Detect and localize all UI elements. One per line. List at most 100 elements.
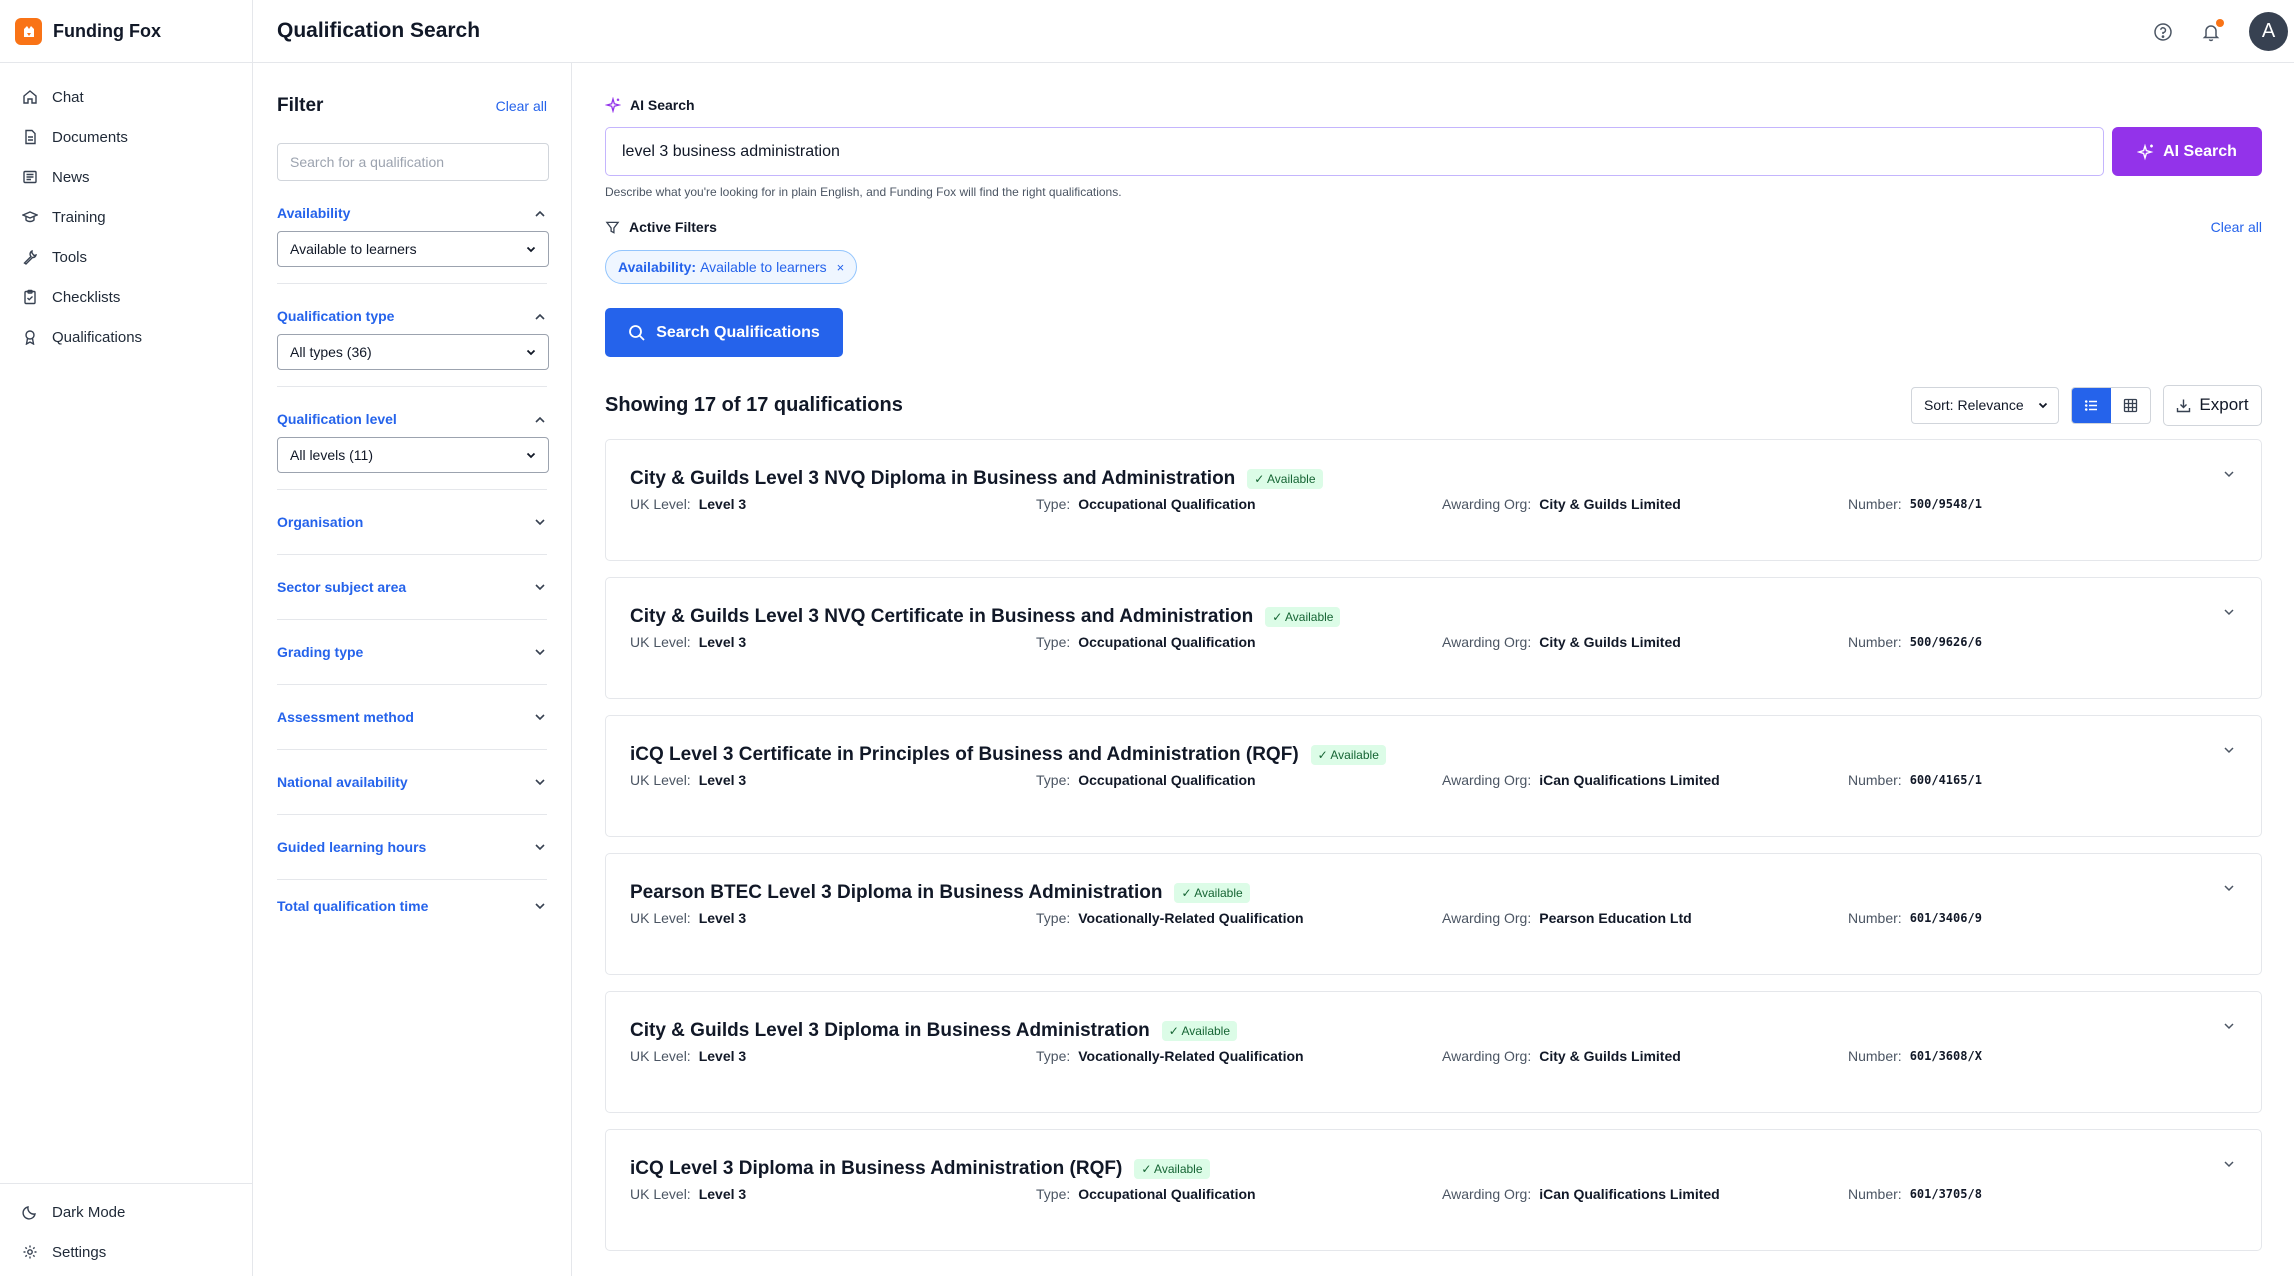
- chevron-down-icon: [526, 246, 536, 253]
- active-filters-clear-all[interactable]: Clear all: [2211, 219, 2262, 235]
- availability-badge: ✓ Available: [1174, 883, 1250, 903]
- filter-section-header[interactable]: Qualification level: [277, 387, 547, 437]
- help-button[interactable]: [2153, 22, 2173, 42]
- graduation-cap-icon: [22, 211, 38, 223]
- brand[interactable]: Funding Fox: [0, 0, 252, 63]
- notifications-button[interactable]: [2201, 18, 2224, 42]
- nav-item-label: Tools: [52, 248, 88, 266]
- chevron-down-icon[interactable]: [2221, 742, 2237, 758]
- qualification-card[interactable]: City & Guilds Level 3 Diploma in Busines…: [605, 991, 2262, 1113]
- qualification-search-input[interactable]: [277, 143, 549, 181]
- qualification-number-value: 601/3608/X: [1909, 1049, 1982, 1063]
- qualification-type-select[interactable]: All types (36): [277, 334, 549, 370]
- ai-search-input[interactable]: level 3 business administration: [605, 127, 2104, 176]
- qualification-level-select[interactable]: All levels (11): [277, 437, 549, 473]
- ai-search-label-row: AI Search: [605, 97, 2262, 113]
- qualification-title[interactable]: City & Guilds Level 3 Diploma in Busines…: [630, 1020, 1150, 1042]
- ai-search-help-text: Describe what you're looking for in plai…: [605, 185, 1122, 199]
- meta-label: UK Level:: [630, 1186, 691, 1202]
- filter-section-header[interactable]: Guided learning hours: [277, 815, 547, 879]
- filter-section-label: Qualification level: [277, 411, 397, 427]
- meta-label: UK Level:: [630, 496, 691, 512]
- meta-label: Type:: [1036, 1186, 1071, 1202]
- type-value: Occupational Qualification: [1078, 1186, 1256, 1202]
- awarding-org-value: City & Guilds Limited: [1539, 634, 1681, 650]
- help-icon: [2154, 22, 2172, 41]
- nav-item-label: Documents: [52, 128, 128, 146]
- filter-section-header[interactable]: Assessment method: [277, 685, 547, 749]
- nav-item-checklists[interactable]: Checklists: [0, 277, 252, 317]
- avatar[interactable]: A: [2249, 12, 2288, 51]
- nav-item-tools[interactable]: Tools: [0, 237, 252, 277]
- meta-label: Awarding Org:: [1442, 1186, 1532, 1202]
- nav-item-label: Checklists: [52, 288, 121, 306]
- chevron-down-icon[interactable]: [2221, 466, 2237, 482]
- qualification-card[interactable]: iCQ Level 3 Certificate in Principles of…: [605, 715, 2262, 837]
- nav-item-training[interactable]: Training: [0, 197, 252, 237]
- export-button[interactable]: Export: [2163, 384, 2262, 426]
- notification-dot: [2216, 18, 2224, 27]
- chevron-down-icon[interactable]: [2221, 880, 2237, 896]
- ai-search-button[interactable]: AI Search: [2112, 127, 2262, 176]
- filter-section-header[interactable]: Qualification type: [277, 284, 547, 334]
- qualification-card[interactable]: City & Guilds Level 3 NVQ Diploma in Bus…: [605, 439, 2262, 561]
- chevron-down-icon[interactable]: [2221, 1156, 2237, 1172]
- nav-item-label: Qualifications: [52, 328, 143, 346]
- availability-badge: ✓ Available: [1134, 1159, 1210, 1179]
- qualification-title[interactable]: City & Guilds Level 3 NVQ Diploma in Bus…: [630, 468, 1235, 490]
- list-view-button[interactable]: [2072, 387, 2111, 423]
- filter-section-header[interactable]: National availability: [277, 750, 547, 814]
- type-value: Occupational Qualification: [1078, 772, 1256, 788]
- dark-mode-toggle[interactable]: Dark Mode: [0, 1192, 252, 1232]
- qualification-card[interactable]: City & Guilds Level 3 NVQ Certificate in…: [605, 577, 2262, 699]
- award-icon: [25, 330, 35, 345]
- nav-item-news[interactable]: News: [0, 157, 252, 197]
- chevron-down-icon[interactable]: [2221, 1018, 2237, 1034]
- qualification-title[interactable]: City & Guilds Level 3 NVQ Certificate in…: [630, 606, 1253, 628]
- nav-item-chat[interactable]: Chat: [0, 77, 252, 117]
- header-actions: A: [2153, 12, 2288, 51]
- search-qualifications-button[interactable]: Search Qualifications: [605, 308, 843, 357]
- availability-select[interactable]: Available to learners: [277, 231, 549, 267]
- active-filter-chip[interactable]: Availability: Available to learners ×: [605, 250, 858, 284]
- filter-section-header[interactable]: Sector subject area: [277, 555, 547, 619]
- nav-item-label: Settings: [52, 1243, 107, 1261]
- search-qualifications-label: Search Qualifications: [656, 323, 820, 341]
- moon-icon: [22, 1206, 36, 1220]
- filter-section-header[interactable]: Organisation: [277, 490, 547, 554]
- filter-section-grading-type: Grading type: [277, 620, 547, 685]
- availability-badge: ✓ Available: [1161, 1021, 1238, 1041]
- filter-section-header[interactable]: Availability: [277, 181, 547, 231]
- qualification-title[interactable]: iCQ Level 3 Diploma in Business Administ…: [630, 1158, 1122, 1180]
- qualification-card[interactable]: iCQ Level 3 Diploma in Business Administ…: [605, 1129, 2262, 1251]
- meta-label: Type:: [1036, 772, 1071, 788]
- qualification-title[interactable]: iCQ Level 3 Certificate in Principles of…: [630, 744, 1299, 766]
- results-count: Showing 17 of 17 qualifications: [605, 393, 903, 416]
- nav-item-qualifications[interactable]: Qualifications: [0, 317, 252, 357]
- sort-select[interactable]: Sort: Relevance: [1911, 386, 2059, 424]
- active-filters-heading: Active Filters: [605, 219, 717, 235]
- table-view-button[interactable]: [2111, 388, 2150, 423]
- meta-label: Awarding Org:: [1442, 1048, 1532, 1064]
- filter-section-total-qualification-time: Total qualification time: [277, 880, 547, 932]
- main-content: AI Search level 3 business administratio…: [573, 63, 2294, 1276]
- qualification-title[interactable]: Pearson BTEC Level 3 Diploma in Business…: [630, 882, 1162, 904]
- list-icon: [2084, 399, 2097, 411]
- chevron-up-icon: [535, 416, 545, 423]
- filter-clear-all[interactable]: Clear all: [496, 98, 547, 114]
- chevron-down-icon: [526, 452, 536, 459]
- awarding-org-value: City & Guilds Limited: [1539, 1048, 1681, 1064]
- download-icon: [2177, 399, 2191, 412]
- nav-item-documents[interactable]: Documents: [0, 117, 252, 157]
- filter-section-header[interactable]: Grading type: [277, 620, 547, 684]
- qualification-card[interactable]: Pearson BTEC Level 3 Diploma in Business…: [605, 853, 2262, 975]
- nav-item-label: Dark Mode: [52, 1203, 126, 1221]
- filter-section-header[interactable]: Total qualification time: [277, 880, 547, 932]
- chip-remove-icon[interactable]: ×: [837, 260, 845, 275]
- chevron-down-icon[interactable]: [2221, 604, 2237, 620]
- sidebar: Funding Fox Chat Documents News Training…: [0, 0, 253, 1276]
- select-value: Available to learners: [290, 241, 417, 257]
- nav-item-settings[interactable]: Settings: [0, 1232, 252, 1272]
- meta-label: UK Level:: [630, 1048, 691, 1064]
- filter-section-qualification-type: Qualification type All types (36): [277, 284, 549, 387]
